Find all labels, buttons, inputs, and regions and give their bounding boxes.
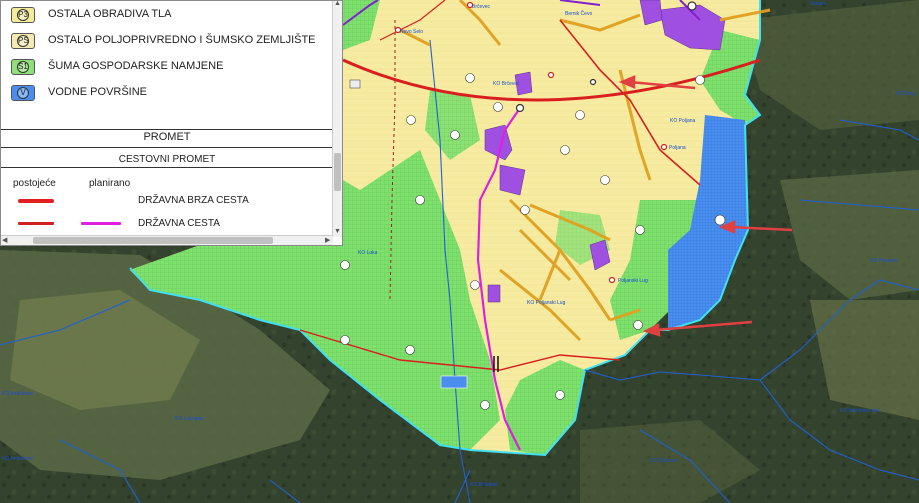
map-label: KO Oborovo	[650, 458, 678, 464]
water-symbol	[440, 375, 468, 389]
legend-swatch-v: V	[11, 85, 35, 101]
map-label: KO Andrilovec	[2, 391, 34, 397]
map-label: KO Lupoglav	[175, 416, 204, 422]
scroll-right-icon[interactable]: ▶	[325, 236, 330, 244]
map-legend-panel[interactable]: P3 OSTALA OBRADIVA TLA PŠ OSTALO POLJOPR…	[0, 0, 343, 246]
map-label: Poljanski Lug	[618, 278, 648, 284]
legend-divider	[1, 147, 333, 148]
legend-road-label: DRŽAVNA BRZA CESTA	[138, 195, 249, 206]
map-label: KO Luka	[358, 250, 378, 256]
legend-section-title: PROMET	[143, 131, 191, 143]
map-label: KO Brčevec	[493, 81, 520, 87]
legend-hscroll-thumb[interactable]	[33, 237, 273, 244]
legend-divider	[1, 129, 333, 130]
legend-scroll-thumb[interactable]	[334, 153, 341, 191]
map-label: Poljana	[669, 145, 686, 151]
map-label: KO Poljana	[670, 118, 696, 124]
map-label: KO Bošnjaci	[470, 482, 498, 488]
water-symbol-small	[349, 79, 361, 89]
legend-road-label: DRŽAVNA CESTA	[138, 218, 220, 229]
legend-horizontal-scrollbar[interactable]: ◀ ▶	[1, 235, 333, 245]
map-label: Novo Selo	[400, 29, 423, 35]
scroll-left-icon[interactable]: ◀	[2, 236, 7, 244]
legend-road-swatch-existing	[18, 199, 54, 203]
legend-road-swatch-existing	[18, 222, 54, 225]
legend-subsection-title: CESTOVNI PROMET	[118, 154, 216, 165]
map-label: Bernik Čevo	[565, 10, 592, 17]
map-label: Brčevec	[472, 4, 491, 10]
legend-swatch-ps: PŠ	[11, 33, 35, 49]
map-label: KO Martinska Ves	[840, 408, 881, 414]
map-label: Gradec	[810, 1, 827, 7]
legend-divider	[1, 167, 333, 168]
scroll-up-icon[interactable]: ▲	[334, 1, 341, 7]
map-label: KO Andrilovec	[2, 456, 34, 462]
legend-swatch-s1: Š1	[11, 59, 35, 75]
map-label: KO Poljanski Lug	[527, 300, 566, 306]
legend-vertical-scrollbar[interactable]: ▲ ▼	[332, 1, 342, 237]
legend-col-existing: postojeće	[13, 178, 56, 189]
map-label: KO Breg	[896, 91, 915, 97]
scroll-down-icon[interactable]: ▼	[334, 228, 341, 235]
legend-road-swatch-planned	[81, 222, 121, 225]
legend-swatch-p3: P3	[11, 7, 35, 23]
map-label: KO Preseka	[870, 258, 897, 264]
legend-col-planned: planirano	[89, 178, 131, 189]
